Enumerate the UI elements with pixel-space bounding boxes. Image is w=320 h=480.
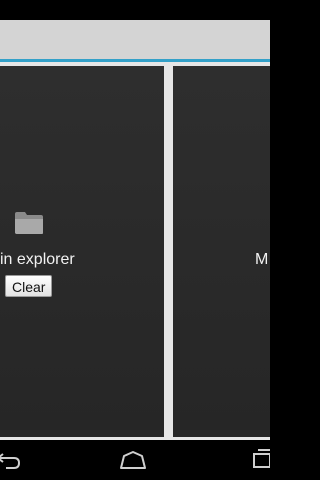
left-panel: in explorer Clear bbox=[0, 66, 164, 437]
content-area: in explorer Clear M bbox=[0, 62, 270, 440]
navigation-bar bbox=[0, 440, 270, 480]
folder-icon bbox=[14, 211, 44, 235]
explorer-label: in explorer bbox=[0, 251, 75, 268]
action-bar bbox=[0, 20, 270, 59]
right-panel: M bbox=[173, 66, 270, 437]
right-panel-label: M bbox=[255, 251, 269, 268]
status-bar bbox=[0, 0, 270, 20]
recents-icon[interactable] bbox=[248, 448, 270, 472]
screen: in explorer Clear M bbox=[0, 0, 270, 480]
home-icon[interactable] bbox=[118, 448, 148, 472]
back-icon[interactable] bbox=[0, 448, 24, 472]
clear-button[interactable]: Clear bbox=[5, 275, 52, 297]
